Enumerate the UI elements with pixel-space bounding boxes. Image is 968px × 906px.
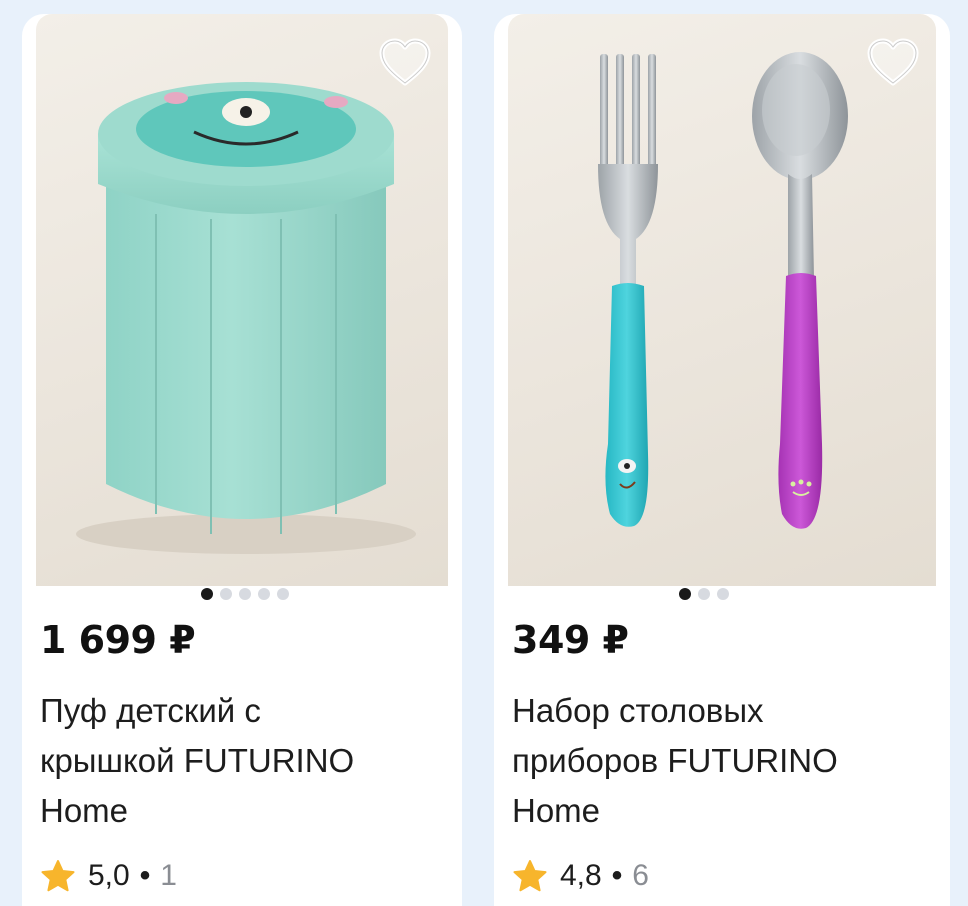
rating-separator: • (611, 859, 623, 892)
pagination-dot[interactable] (717, 588, 729, 600)
product-card[interactable]: 1 699 ₽ Пуф детский с крышкой FUTURINO H… (22, 14, 462, 906)
star-icon (513, 860, 547, 892)
image-pagination[interactable] (494, 588, 950, 604)
product-card[interactable]: 349 ₽ Набор столовых приборов FUTURINO H… (494, 14, 950, 906)
star-icon (41, 860, 75, 892)
product-title[interactable]: Пуф детский с крышкой FUTURINO Home (40, 686, 450, 836)
review-count[interactable]: 6 (632, 859, 649, 893)
product-image[interactable] (36, 14, 448, 586)
pagination-dot[interactable] (201, 588, 213, 600)
product-price: 1 699 ₽ (40, 618, 196, 662)
pagination-dot[interactable] (220, 588, 232, 600)
product-title-line: Пуф детский с (40, 692, 261, 729)
image-pagination[interactable] (28, 588, 462, 604)
pagination-dot[interactable] (239, 588, 251, 600)
pagination-dot[interactable] (698, 588, 710, 600)
pouf-illustration (76, 82, 416, 554)
pagination-dot[interactable] (277, 588, 289, 600)
product-rating: 5,0 • 1 (40, 858, 177, 894)
rating-value: 5,0 (88, 859, 130, 892)
product-title-line: Набор столовых (512, 692, 764, 729)
pagination-dot[interactable] (258, 588, 270, 600)
pagination-dot[interactable] (679, 588, 691, 600)
product-title-line: Home (40, 792, 129, 829)
product-title-line: Home (512, 792, 601, 829)
heart-outline-icon[interactable] (378, 38, 432, 88)
rating-value: 4,8 (560, 859, 602, 892)
review-count[interactable]: 1 (160, 859, 177, 893)
product-rating: 4,8 • 6 (512, 858, 649, 894)
product-title-line: приборов FUTURINO (512, 742, 838, 779)
cutlery-illustration (598, 52, 848, 529)
rating-separator: • (139, 859, 151, 892)
product-image[interactable] (508, 14, 936, 586)
product-price: 349 ₽ (512, 618, 629, 662)
product-title[interactable]: Набор столовых приборов FUTURINO Home (512, 686, 922, 836)
heart-outline-icon[interactable] (866, 38, 920, 88)
product-title-line: крышкой FUTURINO (40, 742, 355, 779)
